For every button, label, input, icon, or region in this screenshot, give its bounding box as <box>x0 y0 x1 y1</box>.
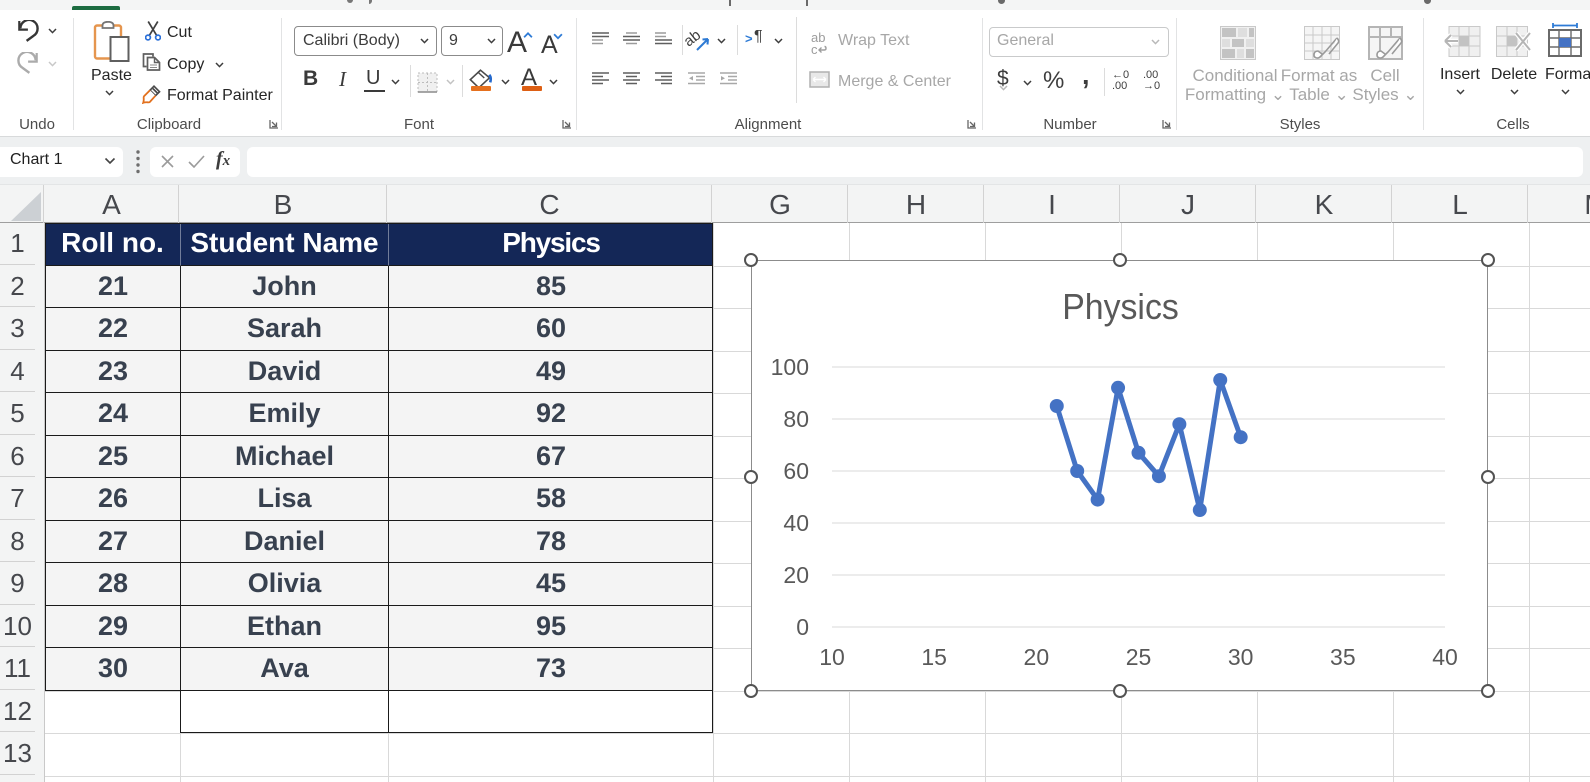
svg-text:20: 20 <box>783 562 809 588</box>
svg-text:c: c <box>811 42 818 55</box>
svg-text:60: 60 <box>783 458 809 484</box>
svg-text:35: 35 <box>1330 644 1356 670</box>
svg-text:25: 25 <box>1126 644 1152 670</box>
svg-text:0: 0 <box>796 614 809 640</box>
svg-text:100: 100 <box>771 354 809 380</box>
svg-text:80: 80 <box>783 406 809 432</box>
svg-text:20: 20 <box>1024 644 1050 670</box>
svg-text:15: 15 <box>921 644 947 670</box>
svg-text:30: 30 <box>1228 644 1254 670</box>
svg-text:10: 10 <box>819 644 845 670</box>
svg-text:40: 40 <box>783 510 809 536</box>
svg-text:40: 40 <box>1432 644 1458 670</box>
